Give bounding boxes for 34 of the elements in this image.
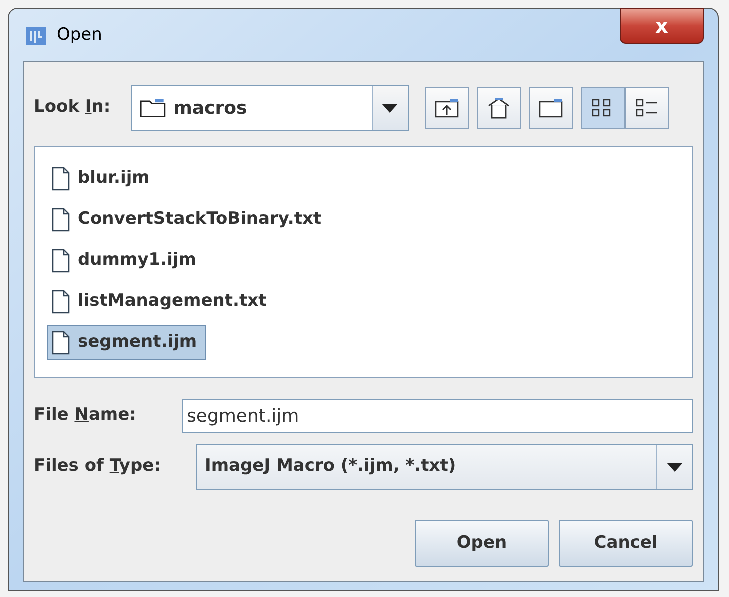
document-icon — [52, 166, 70, 190]
toolbar-button[interactable] — [476, 87, 521, 129]
toolbar-button[interactable] — [528, 87, 573, 129]
close-button[interactable]: x — [620, 8, 704, 44]
details-view-icon — [636, 98, 658, 118]
app-icon — [25, 24, 47, 47]
toolbar-button[interactable] — [624, 87, 669, 129]
document-icon — [52, 330, 70, 354]
toolbar-button[interactable] — [580, 87, 625, 129]
dialog-button[interactable]: Open — [415, 520, 549, 567]
folder-icon — [538, 98, 563, 118]
dialog-button[interactable]: Cancel — [559, 520, 693, 567]
document-icon — [52, 248, 70, 272]
file-name-field[interactable]: segment.ijm — [182, 399, 693, 433]
document-icon — [52, 290, 70, 314]
look-in-label: Look In: — [34, 96, 111, 120]
look-in-value: macros — [174, 96, 248, 120]
file-item[interactable]: blur.ijm — [47, 161, 159, 196]
home-icon — [486, 97, 511, 119]
window-title: Open — [57, 24, 102, 47]
caret-icon — [666, 462, 682, 472]
document-icon — [52, 208, 70, 232]
folder-icon — [140, 98, 166, 118]
caret-icon — [382, 104, 398, 112]
toolbar-button[interactable] — [424, 87, 469, 129]
file-item[interactable]: listManagement.txt — [47, 284, 276, 319]
file-type-dropdown[interactable]: ImageJ Macro (*.ijm, *.txt) — [196, 444, 693, 490]
file-name-label: File Name: — [34, 404, 136, 428]
file-item[interactable]: ConvertStackToBinary.txt — [47, 202, 331, 237]
file-item[interactable]: segment.ijm — [47, 325, 206, 360]
look-in-dropdown[interactable]: macros — [130, 85, 409, 131]
file-type-label: Files of Type: — [34, 455, 162, 478]
folder-up-icon — [434, 98, 459, 118]
file-item[interactable]: dummy1.ijm — [47, 243, 206, 278]
